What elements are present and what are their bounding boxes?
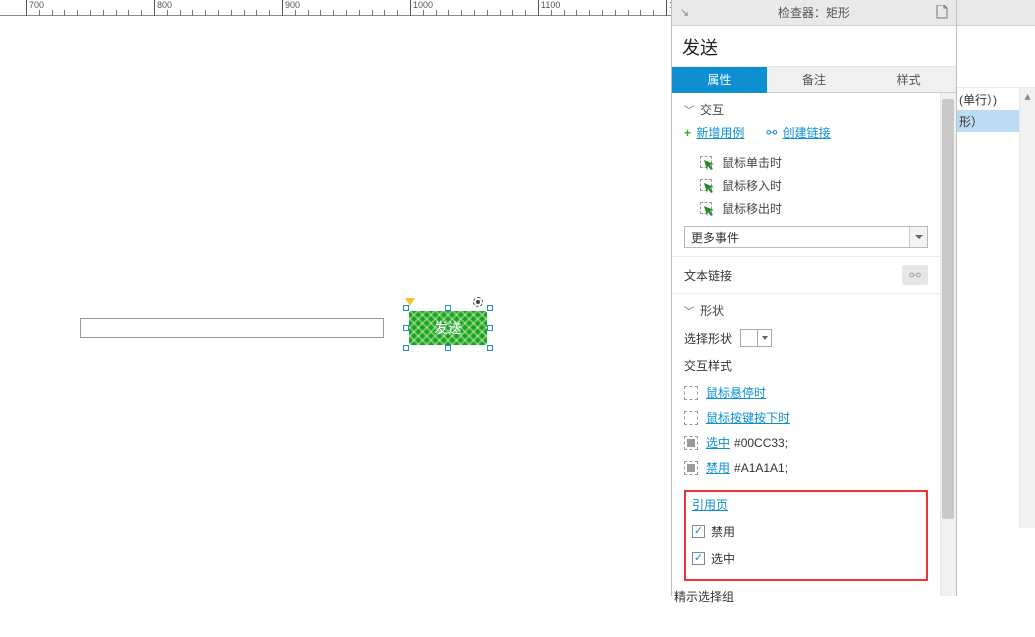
checkbox-disabled[interactable]: 禁用: [692, 523, 920, 540]
tab-notes[interactable]: 备注: [767, 67, 862, 93]
ruler-label: 1100: [541, 0, 560, 10]
cursor-moveout-icon: [700, 202, 714, 216]
selected-state-icon: [684, 436, 698, 450]
section-text-link: 文本链接 ⚯: [672, 257, 940, 294]
inspector-scrollbar-thumb[interactable]: [942, 99, 954, 519]
outline-row-1-label: (单行）): [959, 91, 997, 108]
interaction-styles: 交互样式 鼠标悬停时 鼠标按键按下时 选中 #00CC33;: [684, 357, 928, 480]
section-interactions-header[interactable]: ﹀ 交互: [684, 101, 928, 118]
ruler-label: 700: [29, 0, 44, 10]
outline-title-bar: [957, 0, 1035, 26]
hover-state-icon: [684, 386, 698, 400]
canvas[interactable]: 发送: [0, 16, 671, 596]
dropdown-icon: [909, 227, 927, 247]
add-case-link[interactable]: + 新增用例: [684, 124, 744, 141]
outline-scrollbar[interactable]: ▴: [1019, 88, 1035, 528]
shape-send-button-label: 发送: [434, 318, 462, 338]
text-link-label: 文本链接: [684, 267, 732, 284]
section-shape-header[interactable]: ﹀ 形状: [684, 302, 928, 319]
inspector-tabs: 属性 备注 样式: [672, 67, 956, 93]
section-interactions-label: 交互: [700, 101, 724, 118]
cursor-movein-icon: [700, 179, 714, 193]
ruler-label: 900: [285, 0, 300, 10]
canvas-area[interactable]: 700800900100011001200 发送: [0, 0, 671, 596]
interaction-styles-label: 交互样式: [684, 357, 928, 374]
shape-dropdown-button[interactable]: [758, 329, 772, 347]
reference-page-link[interactable]: 引用页: [692, 498, 728, 512]
ruler-label: 1000: [413, 0, 433, 10]
chevron-down-icon: ﹀: [684, 102, 694, 117]
mousedown-state-link[interactable]: 鼠标按键按下时: [706, 409, 790, 426]
event-mouseleave[interactable]: 鼠标移出时: [700, 197, 928, 220]
event-onclick[interactable]: 鼠标单击时: [700, 151, 928, 174]
event-mouseenter-label: 鼠标移入时: [722, 177, 782, 194]
ruler-label: 800: [157, 0, 172, 10]
document-icon[interactable]: [936, 5, 948, 19]
create-link-label: 创建链接: [783, 126, 831, 140]
inspector-title-bar: ↘ 检查器：矩形: [672, 0, 956, 26]
event-mouseleave-label: 鼠标移出时: [722, 200, 782, 217]
outline-name-area: [957, 26, 1035, 88]
tab-styles[interactable]: 样式: [861, 67, 956, 93]
section-interactions: ﹀ 交互 + 新增用例 ⚯ 创建链接 鼠: [672, 93, 940, 257]
select-shape-label: 选择形状: [684, 330, 732, 347]
checkbox-icon: [692, 525, 705, 538]
more-events-label: 更多事件: [691, 229, 739, 246]
selected-state-link[interactable]: 选中: [706, 434, 730, 451]
add-case-label: 新增用例: [696, 126, 744, 140]
text-link-chain-button[interactable]: ⚯: [902, 265, 928, 285]
reference-page-box: 引用页 禁用 选中: [684, 490, 928, 581]
tab-properties[interactable]: 属性: [672, 67, 767, 93]
shape-textbox[interactable]: [80, 318, 384, 338]
section-shape: ﹀ 形状 选择形状 交互样式 鼠标悬停时: [672, 294, 940, 589]
outline-panel-sliver: (单行）) 形） ▴: [957, 0, 1035, 637]
cursor-click-icon: [700, 156, 714, 170]
disabled-state-link[interactable]: 禁用: [706, 459, 730, 476]
scroll-up-icon[interactable]: ▴: [1020, 88, 1035, 104]
link-chain-icon: ⚯: [766, 125, 777, 140]
pin-icon[interactable]: ↘: [680, 6, 689, 19]
shape-swatch[interactable]: [740, 329, 758, 347]
section-shape-label: 形状: [700, 302, 724, 319]
ruler-horizontal[interactable]: 700800900100011001200: [0, 0, 671, 16]
create-link-link[interactable]: ⚯ 创建链接: [766, 124, 830, 141]
event-mouseenter[interactable]: 鼠标移入时: [700, 174, 928, 197]
more-events-select[interactable]: 更多事件: [684, 226, 928, 248]
checkbox-selected[interactable]: 选中: [692, 550, 920, 567]
shape-send-button[interactable]: 发送: [409, 311, 487, 345]
plus-icon: +: [684, 126, 691, 140]
checkbox-icon: [692, 552, 705, 565]
inspector-scrollbar[interactable]: [940, 93, 956, 596]
chevron-down-icon: ﹀: [684, 303, 694, 318]
checkbox-selected-label: 选中: [711, 550, 735, 567]
event-onclick-label: 鼠标单击时: [722, 154, 782, 171]
group-label-partial: 精示选择组: [672, 588, 736, 605]
selection-yellow-triangle-icon: [405, 298, 415, 306]
inspector-title: 检查器：矩形: [778, 4, 850, 21]
hover-state-link[interactable]: 鼠标悬停时: [706, 384, 766, 401]
disabled-state-value: #A1A1A1;: [734, 461, 788, 475]
checkbox-disabled-label: 禁用: [711, 523, 735, 540]
selection-dashed-circle-icon: [473, 297, 483, 307]
inspector-object-name[interactable]: 发送: [672, 26, 956, 67]
disabled-state-icon: [684, 461, 698, 475]
mousedown-state-icon: [684, 411, 698, 425]
selected-state-value: #00CC33;: [734, 436, 788, 450]
inspector-panel: ↘ 检查器：矩形 发送 属性 备注 样式 ﹀ 交互 + 新增用例: [671, 0, 957, 596]
inspector-body: ﹀ 交互 + 新增用例 ⚯ 创建链接 鼠: [672, 93, 956, 596]
outline-row-2-label: 形）: [959, 113, 983, 130]
